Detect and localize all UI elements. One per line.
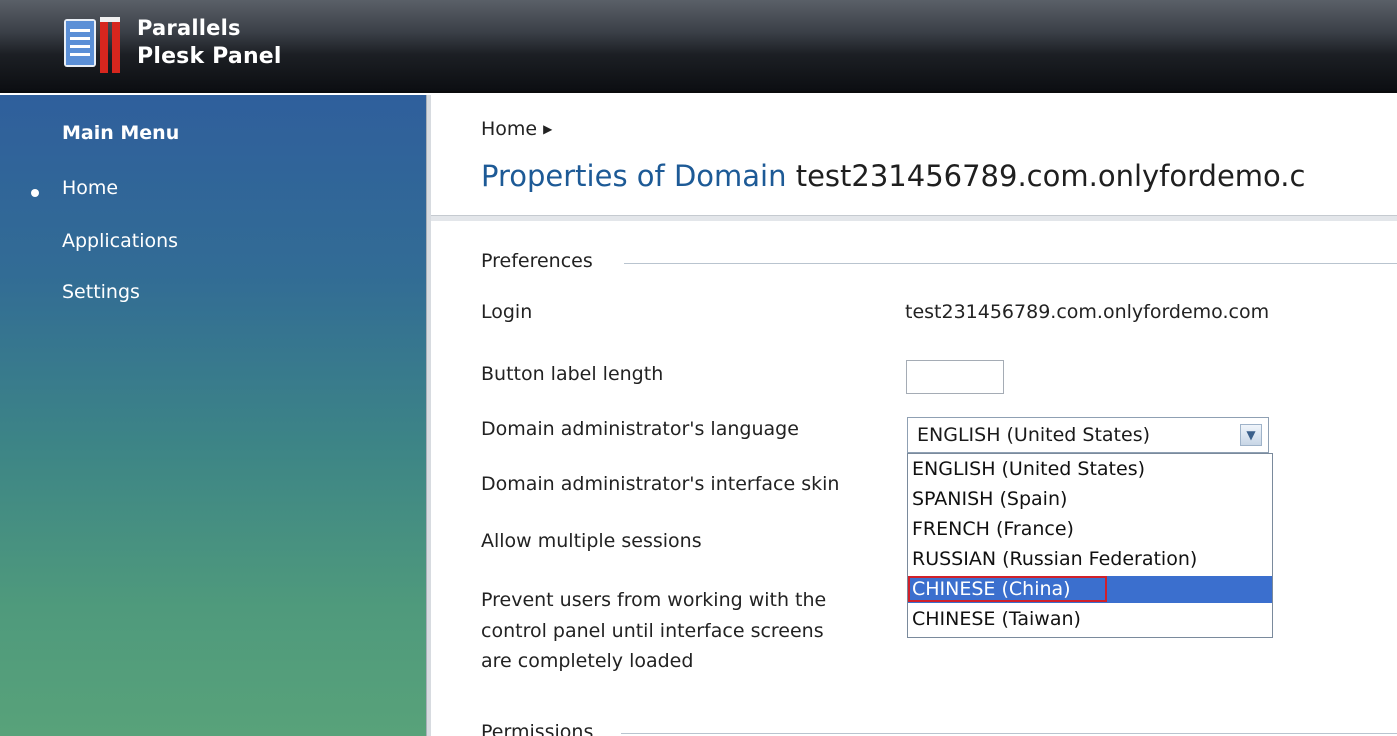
preferences-section-label: Preferences bbox=[481, 250, 593, 272]
header-separator bbox=[431, 215, 1397, 221]
active-bullet-icon bbox=[31, 189, 39, 197]
top-bar: Parallels Plesk Panel bbox=[0, 0, 1397, 93]
plesk-logo-icon bbox=[64, 17, 120, 73]
sidebar: Main Menu Home Applications Settings bbox=[0, 95, 426, 736]
page-title: Properties of Domain test231456789.com.o… bbox=[481, 159, 1305, 193]
breadcrumb[interactable]: Home ▶ bbox=[481, 118, 552, 140]
sidebar-item-settings[interactable]: Settings bbox=[62, 281, 140, 303]
page-title-prefix: Properties of Domain bbox=[481, 159, 787, 193]
product-name: Plesk Panel bbox=[137, 44, 282, 69]
language-option-highlighted[interactable]: CHINESE (China) bbox=[908, 576, 1272, 603]
preferences-section-line bbox=[624, 263, 1397, 264]
breadcrumb-arrow-icon: ▶ bbox=[543, 122, 553, 136]
language-option[interactable]: FRENCH (France) bbox=[908, 516, 1272, 543]
login-label: Login bbox=[481, 301, 533, 323]
language-option[interactable]: CHINESE (Taiwan) bbox=[908, 606, 1272, 633]
language-option[interactable]: RUSSIAN (Russian Federation) bbox=[908, 546, 1272, 573]
sidebar-item-home[interactable]: Home bbox=[62, 177, 118, 199]
sidebar-item-applications[interactable]: Applications bbox=[62, 230, 178, 252]
language-option[interactable]: ENGLISH (United States) bbox=[908, 456, 1272, 483]
language-option[interactable]: SPANISH (Spain) bbox=[908, 486, 1272, 513]
language-dropdown-list[interactable]: ENGLISH (United States) SPANISH (Spain) … bbox=[907, 453, 1273, 638]
prevent-label-line1: Prevent users from working with the bbox=[481, 589, 827, 611]
chevron-down-icon[interactable]: ▼ bbox=[1240, 424, 1262, 446]
prevent-label-line3: are completely loaded bbox=[481, 650, 694, 672]
login-value: test231456789.com.onlyfordemo.com bbox=[905, 301, 1270, 323]
breadcrumb-home[interactable]: Home bbox=[481, 118, 537, 140]
brand-name: Parallels bbox=[137, 16, 241, 40]
permissions-section-label: Permissions bbox=[481, 721, 594, 736]
prevent-label-line2: control panel until interface screens bbox=[481, 620, 824, 642]
multiple-sessions-label: Allow multiple sessions bbox=[481, 530, 702, 552]
button-label-length-label: Button label length bbox=[481, 363, 664, 385]
language-select[interactable]: ENGLISH (United States) ▼ bbox=[907, 417, 1269, 453]
language-label: Domain administrator's language bbox=[481, 418, 799, 440]
main-content: Home ▶ Properties of Domain test231456789… bbox=[431, 95, 1397, 736]
main-menu-title: Main Menu bbox=[62, 122, 180, 144]
page-title-domain: test231456789.com.onlyfordemo.c bbox=[795, 159, 1306, 193]
button-label-length-input[interactable] bbox=[906, 360, 1004, 394]
skin-label: Domain administrator's interface skin bbox=[481, 473, 840, 495]
language-select-value: ENGLISH (United States) bbox=[917, 424, 1151, 446]
permissions-section-line bbox=[621, 733, 1397, 734]
